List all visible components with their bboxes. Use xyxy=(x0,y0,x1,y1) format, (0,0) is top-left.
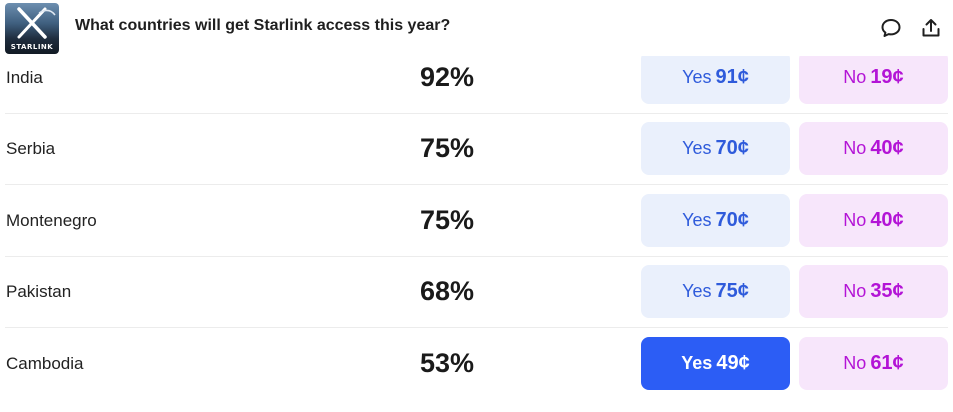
buy-yes-button[interactable]: Yes 91¢ xyxy=(641,51,790,104)
buy-yes-button[interactable]: Yes 70¢ xyxy=(641,194,790,247)
no-price: 40¢ xyxy=(870,137,904,159)
yes-label: Yes xyxy=(682,67,712,87)
country-label: Cambodia xyxy=(6,353,84,373)
yes-price: 70¢ xyxy=(715,137,749,159)
buy-no-button[interactable]: No 19¢ xyxy=(799,51,948,104)
page-title: What countries will get Starlink access … xyxy=(75,17,451,34)
yes-price: 75¢ xyxy=(715,280,749,302)
buy-yes-button[interactable]: Yes 75¢ xyxy=(641,265,790,318)
yes-label: Yes xyxy=(682,210,712,230)
yes-price: 70¢ xyxy=(715,209,749,231)
probability-value: 53% xyxy=(419,348,475,378)
no-label: No xyxy=(843,353,867,373)
yes-label: Yes xyxy=(682,138,712,158)
yes-label: Yes xyxy=(682,281,712,301)
probability-value: 68% xyxy=(419,276,475,306)
no-label: No xyxy=(843,138,867,158)
yes-price: 49¢ xyxy=(716,352,750,374)
outcome-row-montenegro: Montenegro 75% Yes 70¢ No 40¢ xyxy=(5,185,948,257)
country-label: Montenegro xyxy=(6,210,97,230)
buy-yes-button[interactable]: Yes 70¢ xyxy=(641,122,790,175)
share-icon[interactable] xyxy=(919,16,943,40)
buy-no-button[interactable]: No 35¢ xyxy=(799,265,948,318)
no-label: No xyxy=(843,281,867,301)
country-label: Serbia xyxy=(6,138,56,158)
no-price: 61¢ xyxy=(870,352,904,374)
starlink-logo: STARLINK xyxy=(5,3,59,54)
probability-value: 75% xyxy=(419,205,475,235)
market-header: STARLINK What countries will get Starlin… xyxy=(0,0,953,56)
outcome-row-pakistan: Pakistan 68% Yes 75¢ No 35¢ xyxy=(5,256,948,328)
buy-no-button[interactable]: No 61¢ xyxy=(799,337,948,390)
buy-yes-button[interactable]: Yes 49¢ xyxy=(641,337,790,390)
buy-no-button[interactable]: No 40¢ xyxy=(799,194,948,247)
no-price: 40¢ xyxy=(870,209,904,231)
yes-label: Yes xyxy=(681,353,713,373)
outcome-row-serbia: Serbia 75% Yes 70¢ No 40¢ xyxy=(5,113,948,185)
logo-text: STARLINK xyxy=(10,43,54,51)
country-label: Pakistan xyxy=(6,281,72,301)
buy-no-button[interactable]: No 40¢ xyxy=(799,122,948,175)
comment-icon[interactable] xyxy=(879,16,903,40)
no-label: No xyxy=(843,210,867,230)
no-price: 19¢ xyxy=(870,66,904,88)
yes-price: 91¢ xyxy=(715,66,749,88)
no-price: 35¢ xyxy=(870,280,904,302)
no-label: No xyxy=(843,67,867,87)
probability-value: 75% xyxy=(419,133,475,163)
outcome-row-cambodia: Cambodia 53% Yes 49¢ No 61¢ xyxy=(5,328,948,399)
